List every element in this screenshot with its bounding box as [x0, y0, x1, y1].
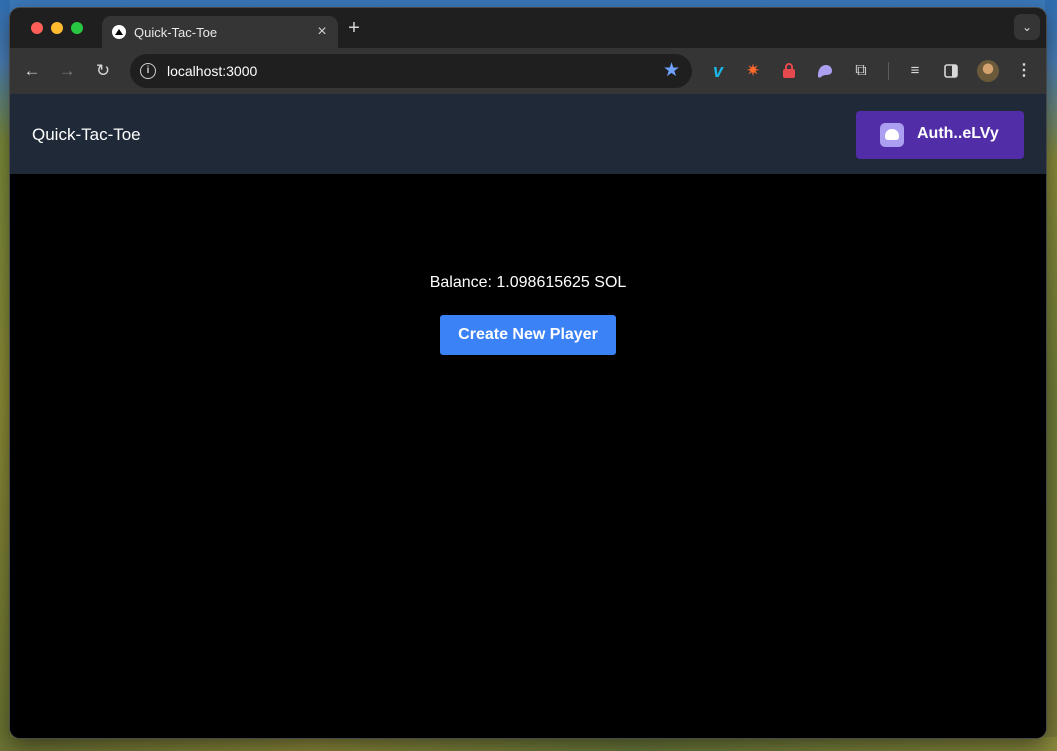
desktop-wallpaper-left — [0, 0, 10, 751]
vimeo-extension-icon[interactable]: v — [707, 60, 729, 82]
reload-icon[interactable]: ↻ — [92, 60, 114, 82]
app-header: Quick-Tac-Toe Auth..eLVy — [10, 94, 1046, 174]
phantom-wallet-icon — [880, 123, 904, 147]
lock-extension-icon[interactable] — [778, 60, 800, 82]
url-text[interactable]: localhost:3000 — [167, 63, 257, 79]
app-title: Quick-Tac-Toe — [32, 125, 141, 144]
side-panel-icon[interactable] — [940, 60, 962, 82]
browser-toolbar: ← → ↻ i localhost:3000 ★ v ✷ ⧉ ≡ ⋮ — [10, 48, 1046, 94]
wallet-address-label: Auth..eLVy — [917, 125, 999, 142]
balance-text: Balance: 1.098615625 SOL — [429, 274, 627, 291]
reading-list-icon[interactable]: ≡ — [904, 60, 926, 82]
browser-tab[interactable]: Quick-Tac-Toe × — [102, 16, 338, 48]
forward-icon[interactable]: → — [56, 60, 78, 82]
browser-window: Quick-Tac-Toe × + ⌄ ← → ↻ i localhost:30… — [10, 8, 1046, 738]
toolbar-divider — [888, 62, 889, 80]
nextjs-favicon-icon — [112, 25, 126, 39]
star-icon[interactable]: ★ — [663, 60, 680, 82]
info-icon[interactable]: i — [140, 63, 156, 79]
main-content: Balance: 1.098615625 SOL Create New Play… — [10, 174, 1046, 738]
tab-close-icon[interactable]: × — [312, 22, 332, 42]
new-tab-button[interactable]: + — [343, 17, 365, 39]
phantom-extension-icon[interactable] — [814, 60, 836, 82]
desktop-wallpaper-right — [1045, 0, 1057, 751]
puzzle-extension-icon[interactable]: ⧉ — [850, 60, 872, 82]
create-new-player-button[interactable]: Create New Player — [440, 315, 616, 355]
burst-extension-icon[interactable]: ✷ — [742, 60, 764, 82]
browser-titlebar: Quick-Tac-Toe × + ⌄ — [10, 8, 1046, 48]
maximize-window-button[interactable] — [71, 22, 83, 34]
wallet-button[interactable]: Auth..eLVy — [856, 111, 1024, 159]
menu-icon[interactable]: ⋮ — [1013, 60, 1035, 82]
back-icon[interactable]: ← — [21, 60, 43, 82]
close-window-button[interactable] — [31, 22, 43, 34]
minimize-window-button[interactable] — [51, 22, 63, 34]
tab-title: Quick-Tac-Toe — [134, 25, 218, 40]
address-bar[interactable]: i localhost:3000 ★ — [130, 54, 692, 88]
tab-search-dropdown-icon[interactable]: ⌄ — [1014, 14, 1040, 40]
profile-avatar[interactable] — [977, 60, 999, 82]
desktop-wallpaper-bottom — [0, 737, 1057, 751]
